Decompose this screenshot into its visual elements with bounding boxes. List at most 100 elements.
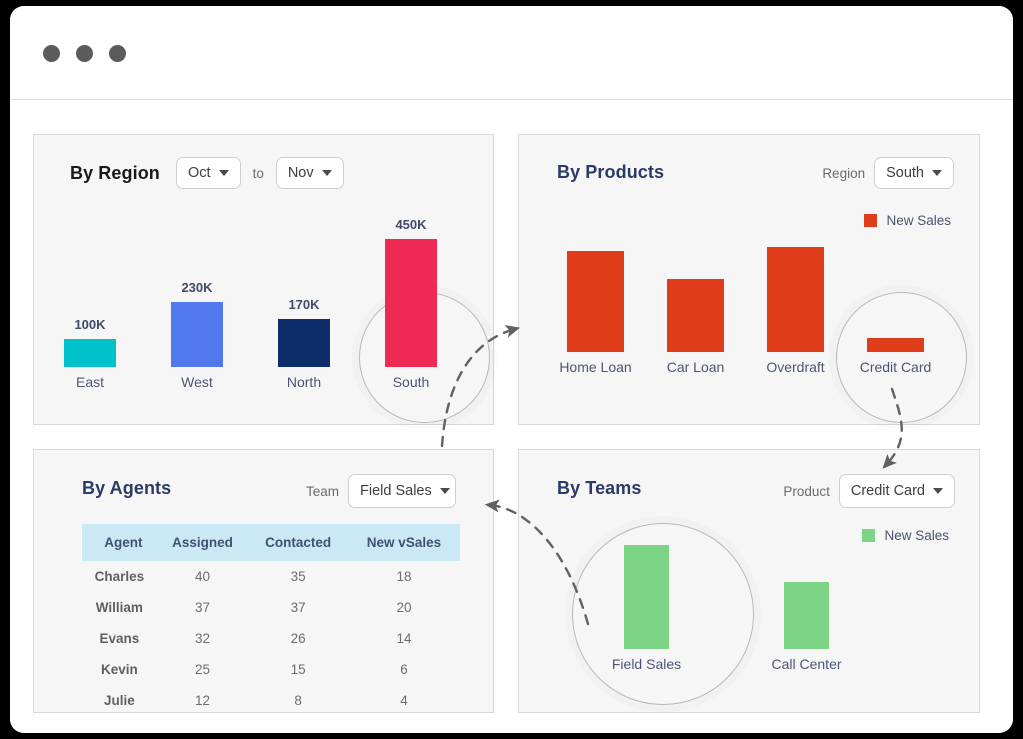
bar[interactable] <box>278 319 330 367</box>
month-from-dropdown[interactable]: Oct <box>176 157 241 189</box>
bar-category-label: Credit Card <box>859 359 932 375</box>
bar[interactable] <box>784 582 829 649</box>
panel-by-teams: By Teams Product Credit Card New Sales F… <box>518 449 980 713</box>
bar-column[interactable]: 170K North <box>278 297 330 390</box>
region-filter-dropdown[interactable]: South <box>874 157 954 189</box>
bar-column[interactable]: 450K South <box>385 217 437 390</box>
region-bar-chart: 100K East 230K West 170K North 450K South <box>64 190 479 390</box>
table-column-header[interactable]: Agent <box>82 524 157 561</box>
bar-column[interactable]: Field Sales <box>612 545 681 672</box>
bar-value-label: 230K <box>181 280 213 295</box>
window-dot-3[interactable] <box>109 45 126 62</box>
team-filter-value: Field Sales <box>360 483 432 499</box>
table-cell-value: 40 <box>195 569 211 584</box>
table-cell-value: 32 <box>195 631 211 646</box>
agents-team-filter: Team Field Sales <box>306 474 457 508</box>
bar-column[interactable]: Car Loan <box>667 279 724 375</box>
bar[interactable] <box>624 545 669 649</box>
table-cell-value: 18 <box>396 569 412 584</box>
table-cell-value: 37 <box>195 600 211 615</box>
table-row[interactable]: Charles 40 35 18 <box>82 561 460 592</box>
table-cell-value: 14 <box>396 631 412 646</box>
team-filter-dropdown[interactable]: Field Sales <box>348 474 457 508</box>
table-cell-value: 15 <box>290 662 306 677</box>
table-cell-value: 12 <box>195 693 211 708</box>
bar[interactable] <box>767 247 824 352</box>
bar-category-label: Call Center <box>771 656 842 672</box>
table-cell-value: 4 <box>400 693 408 708</box>
window-dot-2[interactable] <box>76 45 93 62</box>
panel-title-by-agents: By Agents <box>82 478 172 498</box>
table-cell-value: 35 <box>290 569 306 584</box>
teams-product-filter: Product Credit Card <box>783 474 955 508</box>
bar[interactable] <box>567 251 624 352</box>
table-cell-value: 8 <box>294 693 302 708</box>
month-from-value: Oct <box>188 165 211 181</box>
team-filter-label: Team <box>306 483 340 499</box>
bar[interactable] <box>385 239 437 367</box>
products-bar-chart: Home Loan Car Loan Overdraft Credit Card <box>559 227 967 375</box>
bar[interactable] <box>64 339 116 367</box>
panel-by-agents: By Agents Team Field Sales Agent Assigned… <box>33 449 494 713</box>
bar-value-label: 450K <box>395 217 427 232</box>
bar-category-label: Home Loan <box>559 359 632 375</box>
window-dot-1[interactable] <box>43 45 60 62</box>
product-filter-dropdown[interactable]: Credit Card <box>838 474 955 508</box>
table-header-row: Agent Assigned Contacted New vSales <box>82 524 460 561</box>
products-region-filter: Region South <box>822 157 954 189</box>
bar-category-label: Car Loan <box>666 359 725 375</box>
legend-label-new-sales: New Sales <box>886 213 951 228</box>
table-cell-agent: Julie <box>103 693 135 708</box>
panel-title-by-products: By Products <box>557 162 665 182</box>
table-cell-value: 26 <box>290 631 306 646</box>
chevron-down-icon <box>321 170 332 176</box>
table-body: Charles 40 35 18 William 37 37 20 Evans 32 26 14 Kev… <box>82 561 460 716</box>
table-row[interactable]: Julie 12 8 4 <box>82 685 460 716</box>
bar[interactable] <box>171 302 223 367</box>
table-row[interactable]: Kevin 25 15 6 <box>82 654 460 685</box>
bar-category-label: North <box>286 374 322 390</box>
table-column-header[interactable]: New vSales <box>347 524 460 561</box>
table-cell-value: 20 <box>396 600 412 615</box>
bar[interactable] <box>867 338 924 352</box>
region-filter-label: Region <box>822 165 866 181</box>
panel-by-products: By Products Region South New Sales Home … <box>518 134 980 425</box>
month-to-dropdown[interactable]: Nov <box>275 157 344 189</box>
bar[interactable] <box>667 279 724 352</box>
table-column-header[interactable]: Assigned <box>156 524 249 561</box>
chevron-down-icon <box>933 488 943 494</box>
bar-column[interactable]: 230K West <box>171 280 223 390</box>
app-window: By Region Oct to Nov 100K East 230K West 170… <box>10 6 1013 733</box>
table-cell-agent: Evans <box>99 631 140 646</box>
chevron-down-icon <box>932 170 942 176</box>
table-cell-agent: William <box>95 600 143 615</box>
table-cell-value: 25 <box>195 662 211 677</box>
bar-column[interactable]: Overdraft <box>766 247 825 375</box>
bar-category-label: South <box>392 374 430 390</box>
window-controls <box>43 45 126 62</box>
panel-title-by-region: By Region <box>70 163 160 183</box>
product-filter-label: Product <box>783 483 830 499</box>
bar-category-label: East <box>75 374 104 390</box>
bar-column[interactable]: 100K East <box>64 317 116 390</box>
legend-swatch-new-sales <box>864 214 878 227</box>
region-filter-value: South <box>886 165 924 181</box>
table-cell-agent: Kevin <box>100 662 138 677</box>
chevron-down-icon <box>218 170 229 176</box>
range-to-label: to <box>252 165 264 181</box>
products-legend: New Sales <box>864 213 951 228</box>
table-column-header[interactable]: Contacted <box>248 524 348 561</box>
bar-column[interactable]: Credit Card <box>860 338 931 375</box>
table-cell-value: 37 <box>290 600 306 615</box>
table-row[interactable]: William 37 37 20 <box>82 592 460 623</box>
region-month-range: Oct to Nov <box>176 157 344 189</box>
panel-title-by-teams: By Teams <box>557 478 642 498</box>
teams-bar-chart: Field Sales Call Center <box>612 532 914 672</box>
bar-category-label: Field Sales <box>611 656 682 672</box>
table-row[interactable]: Evans 32 26 14 <box>82 623 460 654</box>
bar-column[interactable]: Call Center <box>771 582 842 672</box>
window-titlebar <box>10 6 1013 100</box>
panel-by-region: By Region Oct to Nov 100K East 230K West 170… <box>33 134 494 425</box>
bar-category-label: Overdraft <box>766 359 825 375</box>
bar-column[interactable]: Home Loan <box>559 251 632 375</box>
